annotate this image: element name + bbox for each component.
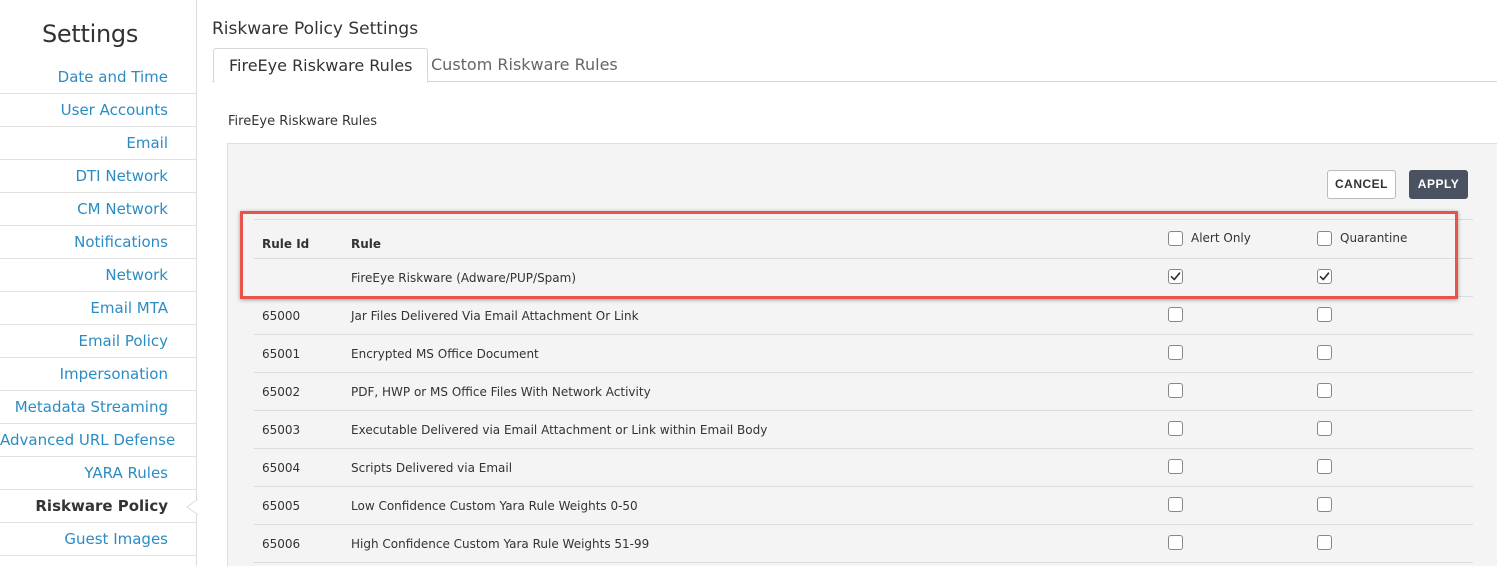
active-caret-icon	[186, 499, 198, 515]
sidebar-item-metadata-streaming[interactable]: Metadata Streaming	[0, 391, 197, 424]
apply-button[interactable]: APPLY	[1409, 170, 1468, 199]
table-row: 65006 High Confidence Custom Yara Rule W…	[254, 525, 1473, 563]
alert-only-select-all-checkbox[interactable]	[1168, 231, 1183, 246]
sidebar-item-email[interactable]: Email	[0, 127, 197, 160]
rule-name: FireEye Riskware (Adware/PUP/Spam)	[351, 271, 577, 285]
header-rule-id: Rule Id	[262, 237, 310, 251]
tab-custom-riskware-rules[interactable]: Custom Riskware Rules	[416, 48, 633, 83]
table-row: 65005 Low Confidence Custom Yara Rule We…	[254, 487, 1473, 525]
settings-sidebar: Settings Date and Time User Accounts Ema…	[0, 0, 198, 566]
alert-only-checkbox[interactable]	[1168, 345, 1183, 360]
quarantine-checkbox[interactable]	[1317, 383, 1332, 398]
checkmark-icon	[1319, 272, 1330, 281]
main-content: Riskware Policy Settings FireEye Riskwar…	[212, 0, 1497, 566]
header-rule: Rule	[351, 237, 382, 251]
header-quarantine: Quarantine	[1340, 231, 1408, 245]
table-row: 65004 Scripts Delivered via Email	[254, 449, 1473, 487]
alert-only-checkbox[interactable]	[1168, 383, 1183, 398]
rule-id: 65001	[262, 347, 301, 361]
rule-name: Executable Delivered via Email Attachmen…	[351, 423, 768, 437]
sidebar-item-guest-images[interactable]: Guest Images	[0, 523, 197, 556]
quarantine-checkbox[interactable]	[1317, 535, 1332, 550]
sidebar-item-advanced-url-defense[interactable]: Advanced URL Defense	[0, 424, 197, 457]
table-row: 65002 PDF, HWP or MS Office Files With N…	[254, 373, 1473, 411]
quarantine-checkbox[interactable]	[1317, 421, 1332, 436]
sidebar-item-cm-network[interactable]: CM Network	[0, 193, 197, 226]
rule-name: Jar Files Delivered Via Email Attachment…	[351, 309, 639, 323]
quarantine-checkbox[interactable]	[1317, 459, 1332, 474]
sidebar-item-impersonation[interactable]: Impersonation	[0, 358, 197, 391]
sidebar-item-email-mta[interactable]: Email MTA	[0, 292, 197, 325]
quarantine-select-all-checkbox[interactable]	[1317, 231, 1332, 246]
rule-id: 65003	[262, 423, 301, 437]
rules-panel: CANCEL APPLY Rule Id Rule Alert Only Qua…	[227, 143, 1497, 566]
section-label: FireEye Riskware Rules	[228, 114, 378, 129]
quarantine-checkbox[interactable]	[1317, 307, 1332, 322]
rule-name: High Confidence Custom Yara Rule Weights…	[351, 537, 650, 551]
sidebar-item-riskware-policy[interactable]: Riskware Policy	[0, 490, 198, 523]
sidebar-item-user-accounts[interactable]: User Accounts	[0, 94, 197, 127]
cancel-button[interactable]: CANCEL	[1327, 170, 1396, 199]
sidebar-item-date-and-time[interactable]: Date and Time	[0, 61, 197, 94]
rule-name: Encrypted MS Office Document	[351, 347, 539, 361]
alert-only-checkbox[interactable]	[1168, 459, 1183, 474]
quarantine-checkbox[interactable]	[1317, 269, 1332, 284]
table-row: 65001 Encrypted MS Office Document	[254, 335, 1473, 373]
quarantine-checkbox[interactable]	[1317, 497, 1332, 512]
table-row: FireEye Riskware (Adware/PUP/Spam)	[254, 259, 1473, 297]
sidebar-nav: Date and Time User Accounts Email DTI Ne…	[0, 61, 198, 556]
header-alert-only: Alert Only	[1191, 231, 1251, 245]
alert-only-checkbox[interactable]	[1168, 421, 1183, 436]
sidebar-item-email-policy[interactable]: Email Policy	[0, 325, 197, 358]
rule-id: 65005	[262, 499, 301, 513]
sidebar-item-network[interactable]: Network	[0, 259, 197, 292]
sidebar-item-yara-rules[interactable]: YARA Rules	[0, 457, 197, 490]
rules-table: Rule Id Rule Alert Only Quarantine FireE…	[254, 219, 1473, 563]
rule-name: Low Confidence Custom Yara Rule Weights …	[351, 499, 638, 513]
rule-id: 65004	[262, 461, 301, 475]
checkmark-icon	[1170, 272, 1181, 281]
quarantine-checkbox[interactable]	[1317, 345, 1332, 360]
table-row: 65000 Jar Files Delivered Via Email Atta…	[254, 297, 1473, 335]
alert-only-checkbox[interactable]	[1168, 307, 1183, 322]
table-header-row: Rule Id Rule Alert Only Quarantine	[254, 219, 1473, 259]
sidebar-item-dti-network[interactable]: DTI Network	[0, 160, 197, 193]
tab-fireeye-riskware-rules[interactable]: FireEye Riskware Rules	[213, 48, 429, 83]
sidebar-title: Settings	[42, 20, 139, 48]
rule-name: Scripts Delivered via Email	[351, 461, 513, 475]
table-row: 65003 Executable Delivered via Email Att…	[254, 411, 1473, 449]
sidebar-item-notifications[interactable]: Notifications	[0, 226, 197, 259]
rule-name: PDF, HWP or MS Office Files With Network…	[351, 385, 651, 399]
alert-only-checkbox[interactable]	[1168, 535, 1183, 550]
rule-id: 65002	[262, 385, 301, 399]
page-title: Riskware Policy Settings	[212, 19, 419, 39]
rule-id: 65000	[262, 309, 301, 323]
alert-only-checkbox[interactable]	[1168, 497, 1183, 512]
rule-id: 65006	[262, 537, 301, 551]
sidebar-item-label: Riskware Policy	[35, 497, 168, 515]
tab-bar: FireEye Riskware Rules Custom Riskware R…	[212, 48, 1497, 83]
alert-only-checkbox[interactable]	[1168, 269, 1183, 284]
